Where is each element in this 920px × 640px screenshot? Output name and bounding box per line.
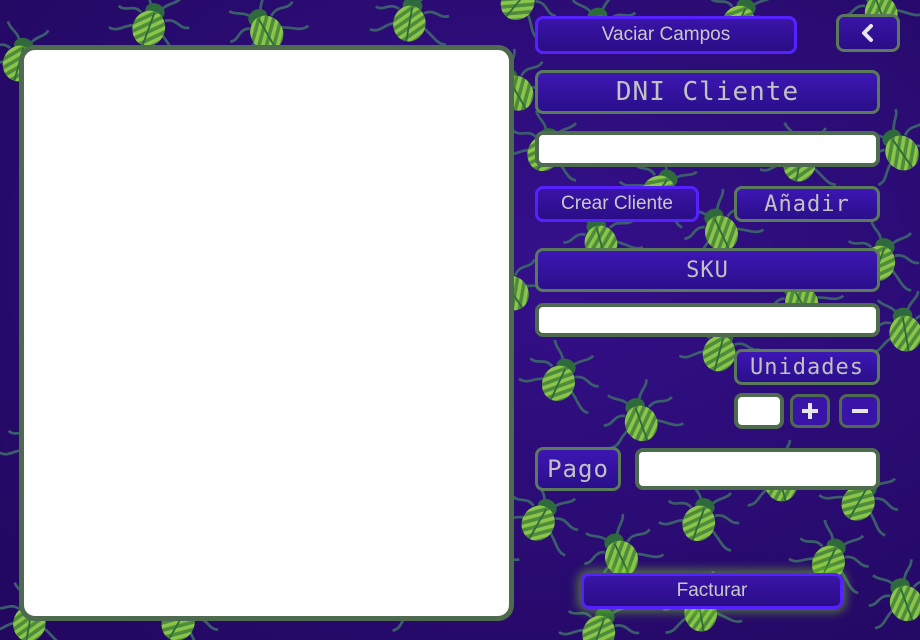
minus-icon <box>851 409 868 413</box>
back-button[interactable] <box>836 14 900 52</box>
plus-icon <box>802 403 818 419</box>
chevron-left-icon <box>862 24 873 42</box>
sku-label: SKU <box>535 248 880 292</box>
invoice-preview-panel <box>19 45 514 621</box>
decrement-units-button[interactable] <box>839 394 880 428</box>
create-client-button[interactable]: Crear Cliente <box>535 186 699 222</box>
units-field[interactable] <box>734 393 784 429</box>
payment-label: Pago <box>535 447 621 491</box>
increment-units-button[interactable] <box>790 394 830 428</box>
invoice-button[interactable]: Facturar <box>581 573 843 609</box>
sku-field[interactable] <box>535 303 880 337</box>
client-id-label: DNI Cliente <box>535 70 880 114</box>
units-label: Unidades <box>734 349 880 385</box>
payment-field[interactable] <box>635 448 880 490</box>
client-id-field[interactable] <box>535 131 880 167</box>
add-button[interactable]: Añadir <box>734 186 880 222</box>
clear-fields-button[interactable]: Vaciar Campos <box>535 16 797 54</box>
